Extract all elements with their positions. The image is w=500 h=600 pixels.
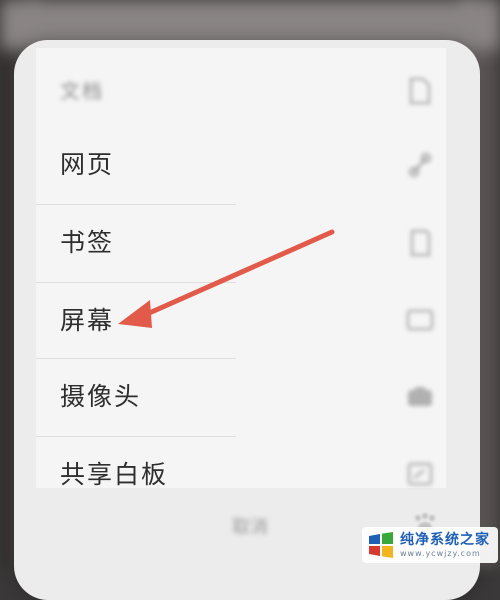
site-watermark: 纯净系统之家 www.ycwjzy.com bbox=[362, 527, 498, 563]
windows-logo-icon bbox=[369, 532, 393, 558]
watermark-title: 纯净系统之家 bbox=[400, 531, 490, 548]
watermark-url: www.ycwjzy.com bbox=[400, 548, 481, 558]
red-arrow-annotation bbox=[118, 229, 335, 328]
